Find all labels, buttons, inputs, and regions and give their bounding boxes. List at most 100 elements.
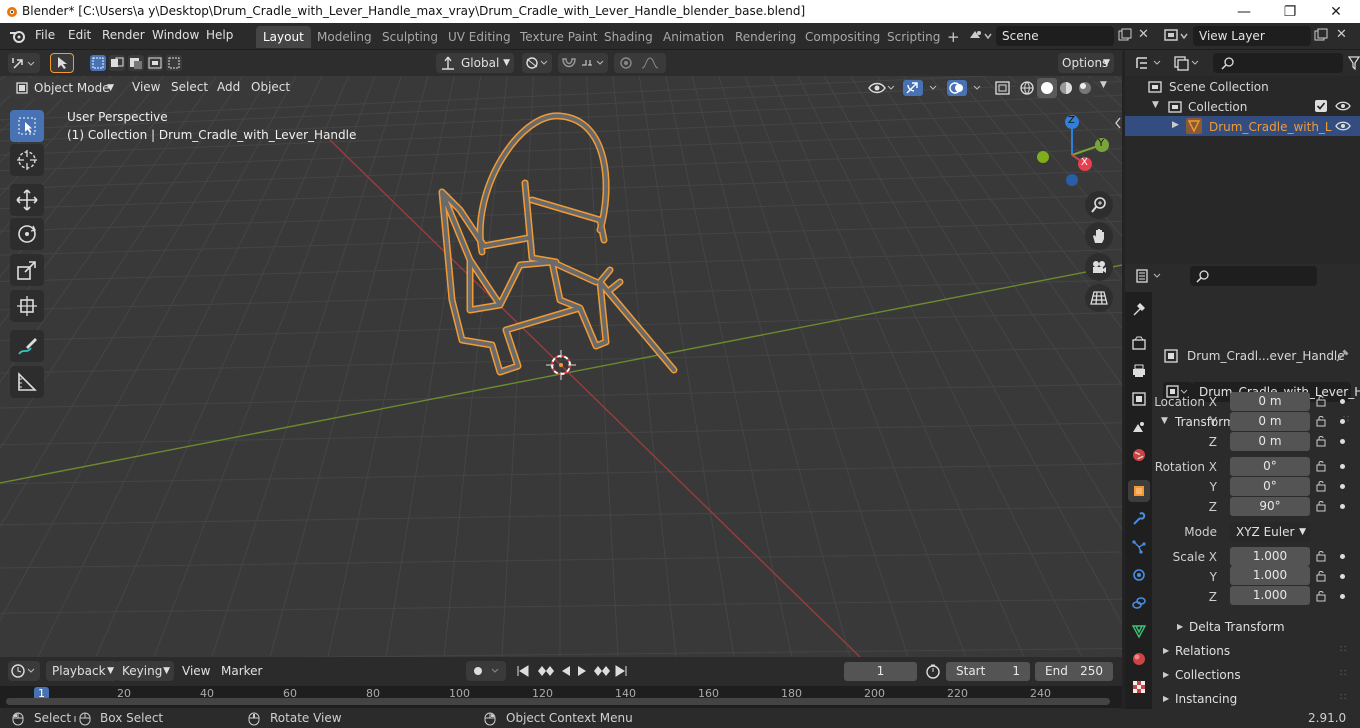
filter-icon[interactable]	[1348, 56, 1360, 70]
viewport-menu-view[interactable]: View	[132, 80, 160, 94]
rotation-mode-select[interactable]: XYZ Euler ▼	[1230, 522, 1310, 542]
viewport-menu-object[interactable]: Object	[251, 80, 290, 94]
menu-file[interactable]: File	[35, 28, 55, 42]
lock-icon[interactable]	[1315, 570, 1327, 582]
tab-output-properties[interactable]	[1128, 360, 1150, 382]
tab-material-properties[interactable]	[1128, 648, 1150, 670]
snapping-button[interactable]	[558, 53, 608, 73]
collection-expand-icon[interactable]: ▼	[1152, 100, 1159, 110]
keyframe-dot-icon[interactable]	[1340, 594, 1345, 599]
lock-icon[interactable]	[1315, 590, 1327, 602]
collection-eye-icon[interactable]	[1335, 100, 1351, 112]
delta-transform-panel[interactable]: Delta Transform	[1189, 620, 1285, 634]
collections-drag-handle-icon[interactable]: ∷	[1340, 668, 1346, 679]
tool-annotate[interactable]	[10, 330, 44, 362]
collections-panel[interactable]: Collections	[1175, 668, 1241, 682]
ortho-toggle-button[interactable]	[1085, 284, 1113, 312]
sidebar-toggle-icon[interactable]	[1114, 117, 1122, 129]
playback-menu[interactable]: Playback ▼	[46, 661, 118, 681]
zoom-view-button[interactable]	[1085, 191, 1113, 219]
visibility-dropdown[interactable]	[866, 78, 896, 98]
keyframe-dot-icon[interactable]	[1340, 574, 1345, 579]
xray-toggle-icon[interactable]	[994, 80, 1012, 96]
stopwatch-icon[interactable]	[925, 663, 941, 679]
scene-icon[interactable]	[968, 28, 992, 44]
object-eye-icon[interactable]	[1335, 120, 1351, 132]
select-tool-button[interactable]	[50, 53, 74, 73]
shading-options-chevron-icon[interactable]: ▼	[1100, 80, 1107, 90]
playback-controls[interactable]	[512, 661, 632, 681]
keyframe-dot-icon[interactable]	[1340, 439, 1345, 444]
instancing-panel[interactable]: Instancing	[1175, 692, 1237, 706]
copy-scene-icon[interactable]	[1118, 28, 1132, 42]
3d-viewport[interactable]: Z Y X User Perspective (1) Collection | …	[0, 50, 1122, 657]
timeline-editor-type-button[interactable]	[8, 661, 40, 681]
pin-icon[interactable]	[1336, 348, 1350, 362]
location-y-field[interactable]: 0 m	[1230, 412, 1310, 431]
menu-edit[interactable]: Edit	[68, 28, 91, 42]
tab-sculpting[interactable]: Sculpting	[375, 26, 445, 48]
lock-icon[interactable]	[1315, 435, 1327, 447]
tool-rotate[interactable]	[10, 218, 44, 250]
view-layer-field[interactable]: View Layer	[1193, 26, 1311, 46]
tab-layout[interactable]: Layout	[256, 26, 311, 48]
keyframe-dot-icon[interactable]	[1340, 399, 1345, 404]
blender-menu-icon[interactable]	[9, 29, 27, 43]
pivot-point-button[interactable]	[522, 53, 552, 73]
tool-cursor[interactable]	[10, 144, 44, 176]
relations-panel[interactable]: Relations	[1175, 644, 1230, 658]
timeline-scrollbar[interactable]	[6, 698, 1110, 705]
options-dropdown[interactable]: Options ▼	[1058, 53, 1114, 73]
menu-render[interactable]: Render	[102, 28, 145, 42]
relations-drag-handle-icon[interactable]: ∷	[1340, 644, 1346, 655]
view-layer-icon[interactable]	[1164, 28, 1190, 44]
keyframe-dot-icon[interactable]	[1340, 554, 1345, 559]
lock-icon[interactable]	[1315, 550, 1327, 562]
lock-icon[interactable]	[1315, 480, 1327, 492]
viewport-menu-add[interactable]: Add	[217, 80, 240, 94]
properties-editor-type-button[interactable]	[1135, 266, 1165, 286]
object-mode-select[interactable]: Object Mode ▼	[10, 78, 118, 98]
menu-window[interactable]: Window	[152, 28, 199, 42]
outliner-object-name[interactable]: Drum_Cradle_with_L	[1209, 120, 1332, 134]
maximize-button[interactable]: ❐	[1267, 0, 1313, 23]
overlays-toggle[interactable]	[946, 78, 986, 98]
tool-measure[interactable]	[10, 366, 44, 398]
collection-checkbox-icon[interactable]	[1315, 100, 1327, 112]
tool-transform[interactable]	[10, 290, 44, 322]
add-workspace-button[interactable]: +	[940, 26, 967, 48]
scale-x-field[interactable]: 1.000	[1230, 547, 1310, 566]
keyframe-dot-icon[interactable]	[1340, 504, 1345, 509]
tab-scripting[interactable]: Scripting	[880, 26, 947, 48]
lock-icon[interactable]	[1315, 395, 1327, 407]
auto-keying-toggle[interactable]	[466, 661, 506, 681]
viewport-menu-select[interactable]: Select	[171, 80, 208, 94]
tab-texture-paint[interactable]: Texture Paint	[513, 26, 604, 48]
relations-expand-icon[interactable]: ▶	[1163, 646, 1169, 655]
location-x-field[interactable]: 0 m	[1230, 392, 1310, 411]
proportional-editing-button[interactable]	[614, 53, 666, 73]
tab-rendering[interactable]: Rendering	[728, 26, 803, 48]
keyframe-dot-icon[interactable]	[1340, 419, 1345, 424]
timeline-ruler[interactable]: 1 20 40 60 80 100 120 140 160 180 200 220 240	[0, 686, 1122, 708]
pan-view-button[interactable]	[1085, 222, 1113, 250]
keying-menu[interactable]: Keying ▼	[116, 661, 174, 681]
editor-type-button[interactable]	[8, 53, 40, 73]
camera-view-button[interactable]	[1085, 253, 1113, 281]
rotation-y-field[interactable]: 0°	[1230, 477, 1310, 496]
keyframe-dot-icon[interactable]	[1340, 484, 1345, 489]
outliner-collection[interactable]: Collection	[1188, 100, 1247, 114]
copy-view-layer-icon[interactable]	[1314, 28, 1328, 42]
lock-icon[interactable]	[1315, 500, 1327, 512]
shading-mode-buttons[interactable]	[1016, 78, 1094, 98]
tab-shading[interactable]: Shading	[597, 26, 660, 48]
delta-transform-expand-icon[interactable]: ▶	[1177, 622, 1183, 631]
selection-mode-buttons[interactable]	[88, 53, 184, 73]
tool-move[interactable]	[10, 184, 44, 216]
remove-view-layer-icon[interactable]: ✕	[1336, 27, 1347, 42]
instancing-drag-handle-icon[interactable]: ∷	[1340, 692, 1346, 703]
location-z-field[interactable]: 0 m	[1230, 432, 1310, 451]
keyframe-dot-icon[interactable]	[1340, 464, 1345, 469]
lock-icon[interactable]	[1315, 415, 1327, 427]
gizmo-toggle[interactable]	[902, 78, 942, 98]
